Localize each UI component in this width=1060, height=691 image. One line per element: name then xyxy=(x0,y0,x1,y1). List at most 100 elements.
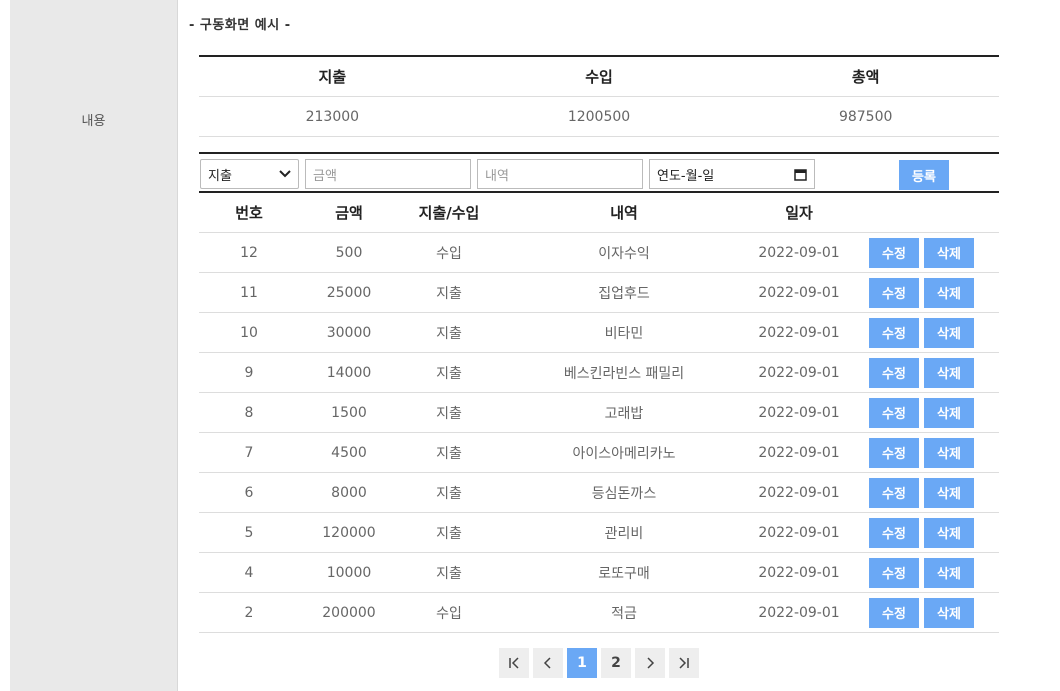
row-actions: 수정 삭제 xyxy=(849,277,999,308)
page-1-button[interactable]: 1 xyxy=(567,648,597,678)
cell-date: 2022-09-01 xyxy=(758,564,840,581)
table-row: 2 200000 수입 적금 2022-09-01 수정 삭제 xyxy=(199,593,999,633)
cell-memo: 비타민 xyxy=(604,325,644,342)
memo-placeholder: 내역 xyxy=(485,168,509,184)
delete-button[interactable]: 삭제 xyxy=(924,517,974,548)
table-row: 7 4500 지출 아이스아메리카노 2022-09-01 수정 삭제 xyxy=(199,433,999,473)
cell-memo: 적금 xyxy=(611,605,637,622)
summary-header-income: 수입 xyxy=(585,68,613,86)
calendar-icon[interactable] xyxy=(794,168,807,181)
left-margin xyxy=(0,0,10,691)
row-actions: 수정 삭제 xyxy=(849,477,999,508)
cell-date: 2022-09-01 xyxy=(758,404,840,421)
register-button[interactable]: 등록 xyxy=(899,160,949,190)
cell-memo: 베스킨라빈스 패밀리 xyxy=(563,365,685,382)
summary-expense-value: 213000 xyxy=(305,108,360,125)
row-actions: 수정 삭제 xyxy=(849,597,999,628)
cell-type: 지출 xyxy=(436,325,462,342)
cell-amount: 200000 xyxy=(322,604,376,621)
cell-no: 2 xyxy=(244,604,254,621)
chevron-right-icon[interactable] xyxy=(635,648,665,678)
summary-table: 지출 수입 총액 213000 1200500 987500 xyxy=(199,55,999,137)
header-memo: 내역 xyxy=(610,204,638,222)
amount-placeholder: 금액 xyxy=(313,168,337,184)
chevron-left-icon[interactable] xyxy=(533,648,563,678)
table-row: 4 10000 지출 로또구매 2022-09-01 수정 삭제 xyxy=(199,553,999,593)
cell-no: 5 xyxy=(244,524,254,541)
table-row: 5 120000 지출 관리비 2022-09-01 수정 삭제 xyxy=(199,513,999,553)
cell-type: 지출 xyxy=(436,405,462,422)
cell-amount: 30000 xyxy=(326,324,372,341)
cell-type: 수입 xyxy=(436,605,462,622)
edit-button[interactable]: 수정 xyxy=(869,517,919,548)
row-actions: 수정 삭제 xyxy=(849,397,999,428)
cell-amount: 120000 xyxy=(322,524,376,541)
summary-header-row: 지출 수입 총액 xyxy=(199,57,999,97)
cell-no: 8 xyxy=(244,404,254,421)
table-row: 11 25000 지출 집업후드 2022-09-01 수정 삭제 xyxy=(199,273,999,313)
cell-no: 11 xyxy=(240,284,258,301)
edit-button[interactable]: 수정 xyxy=(869,317,919,348)
cell-memo: 고래밥 xyxy=(604,405,644,422)
header-date: 일자 xyxy=(785,204,813,222)
cell-amount: 4500 xyxy=(331,444,367,461)
row-label-column: 내용 xyxy=(10,0,178,691)
summary-header-expense: 지출 xyxy=(318,68,347,86)
delete-button[interactable]: 삭제 xyxy=(924,277,974,308)
table-row: 10 30000 지출 비타민 2022-09-01 수정 삭제 xyxy=(199,313,999,353)
delete-button[interactable]: 삭제 xyxy=(924,477,974,508)
cell-type: 지출 xyxy=(436,485,462,502)
last-page-icon[interactable] xyxy=(669,648,699,678)
row-actions: 수정 삭제 xyxy=(849,517,999,548)
amount-input[interactable]: 금액 xyxy=(305,159,471,189)
cell-no: 6 xyxy=(244,484,254,501)
date-input[interactable]: 연도-월-일 xyxy=(649,159,815,189)
delete-button[interactable]: 삭제 xyxy=(924,317,974,348)
cell-date: 2022-09-01 xyxy=(758,484,840,501)
delete-button[interactable]: 삭제 xyxy=(924,597,974,628)
edit-button[interactable]: 수정 xyxy=(869,237,919,268)
memo-input[interactable]: 내역 xyxy=(477,159,643,189)
cell-date: 2022-09-01 xyxy=(758,244,840,261)
cell-type: 지출 xyxy=(436,445,462,462)
cell-type: 지출 xyxy=(436,365,462,382)
edit-button[interactable]: 수정 xyxy=(869,357,919,388)
entry-form: 지출 금액 내역 연도-월-일 등록 xyxy=(199,152,999,193)
edit-button[interactable]: 수정 xyxy=(869,597,919,628)
cell-memo: 이자수익 xyxy=(598,245,650,262)
table-header-row: 번호 금액 지출/수입 내역 일자 xyxy=(199,193,999,233)
section-title: - 구동화면 예시 - xyxy=(189,18,291,33)
edit-button[interactable]: 수정 xyxy=(869,277,919,308)
cell-memo: 아이스아메리카노 xyxy=(572,445,676,462)
delete-button[interactable]: 삭제 xyxy=(924,437,974,468)
chevron-down-icon xyxy=(279,170,291,178)
page-2-button[interactable]: 2 xyxy=(601,648,631,678)
table-row: 12 500 수입 이자수익 2022-09-01 수정 삭제 xyxy=(199,233,999,273)
type-select[interactable]: 지출 xyxy=(200,159,299,189)
table-row: 9 14000 지출 베스킨라빈스 패밀리 2022-09-01 수정 삭제 xyxy=(199,353,999,393)
row-actions: 수정 삭제 xyxy=(849,357,999,388)
cell-amount: 1500 xyxy=(331,404,367,421)
cell-date: 2022-09-01 xyxy=(758,604,840,621)
delete-button[interactable]: 삭제 xyxy=(924,357,974,388)
cell-type: 지출 xyxy=(436,285,462,302)
edit-button[interactable]: 수정 xyxy=(869,437,919,468)
summary-header-total: 총액 xyxy=(851,68,880,86)
cell-date: 2022-09-01 xyxy=(758,324,840,341)
cell-amount: 500 xyxy=(335,244,363,261)
cell-amount: 10000 xyxy=(326,564,372,581)
edit-button[interactable]: 수정 xyxy=(869,477,919,508)
delete-button[interactable]: 삭제 xyxy=(924,397,974,428)
transactions-table: 번호 금액 지출/수입 내역 일자 12 500 수입 이자수익 2022-09-01 수… xyxy=(199,193,999,633)
summary-total-value: 987500 xyxy=(838,108,893,125)
type-select-value: 지출 xyxy=(208,168,232,184)
delete-button[interactable]: 삭제 xyxy=(924,237,974,268)
cell-type: 수입 xyxy=(436,245,462,262)
first-page-icon[interactable] xyxy=(499,648,529,678)
header-no: 번호 xyxy=(235,204,263,222)
delete-button[interactable]: 삭제 xyxy=(924,557,974,588)
edit-button[interactable]: 수정 xyxy=(869,397,919,428)
cell-memo: 관리비 xyxy=(604,525,644,542)
cell-no: 10 xyxy=(240,324,258,341)
edit-button[interactable]: 수정 xyxy=(869,557,919,588)
